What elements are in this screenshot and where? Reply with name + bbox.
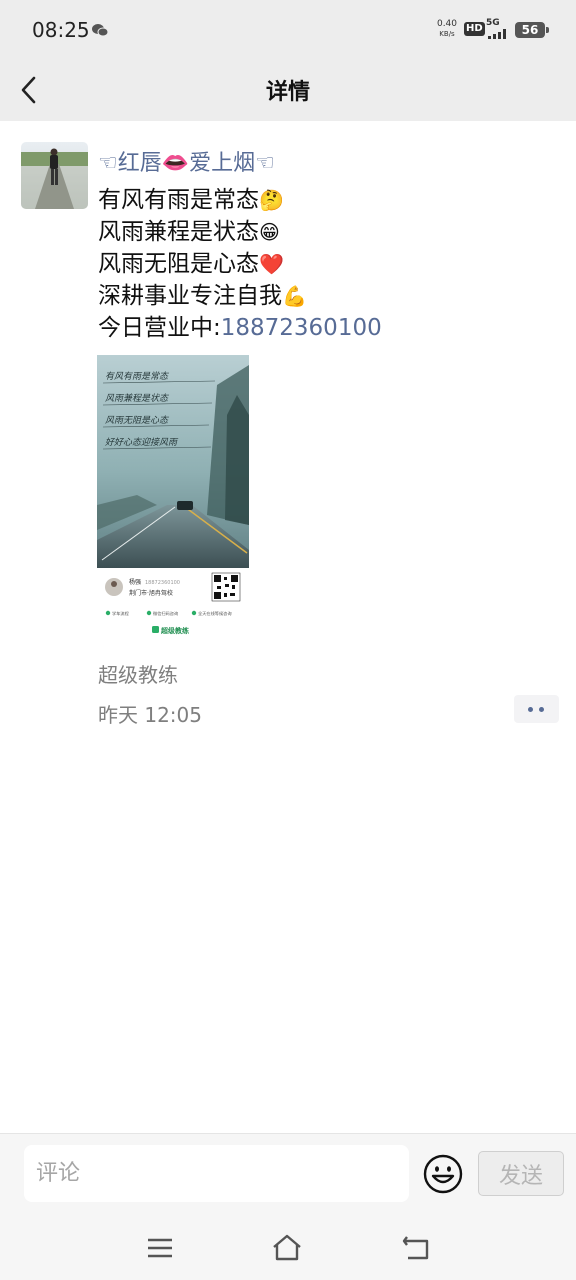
- card-tag: 微信扫码咨询: [153, 610, 178, 617]
- page-title: 详情: [265, 80, 310, 105]
- smiley-icon: [423, 1154, 463, 1194]
- back-icon: [402, 1236, 429, 1260]
- post-line: 风雨无阻是心态❤️: [98, 251, 284, 277]
- image-poem-line: 有风有雨是常态: [105, 371, 170, 382]
- wechat-notification-icon: [92, 24, 108, 37]
- home-icon: [273, 1234, 301, 1261]
- card-phone: 18872360100: [145, 580, 180, 586]
- card-name: 杨强: [129, 578, 141, 586]
- grin-emoji: 😁: [259, 220, 280, 244]
- post-line-business: 今日营业中:18872360100: [98, 315, 382, 341]
- post-line: 深耕事业专注自我💪: [98, 283, 307, 309]
- post-image-graphic: 有风有雨是常态 风雨兼程是状态 风雨无阻是心态 好好心态迎接风雨 杨强 1887…: [97, 355, 249, 643]
- dot-icon: [528, 707, 533, 712]
- more-actions-button[interactable]: [514, 695, 559, 723]
- emoji-button[interactable]: [423, 1154, 463, 1194]
- post-text: 有风有雨是常态🤔 风雨兼程是状态😁 风雨无阻是心态❤️ 深耕事业专注自我💪 今日…: [98, 184, 548, 344]
- send-button[interactable]: 发送: [478, 1151, 564, 1196]
- post-line: 风雨兼程是状态😁: [98, 219, 280, 245]
- system-nav-bar: [0, 1219, 576, 1280]
- menu-icon: [148, 1238, 172, 1258]
- image-poem-line: 风雨兼程是状态: [105, 393, 170, 404]
- heart-emoji: ❤️: [259, 252, 284, 276]
- status-bar: 08:25 0.40 KB/s HD 5G 56: [0, 0, 576, 60]
- menu-button[interactable]: [145, 1233, 175, 1263]
- signal-icon: [488, 29, 506, 39]
- muscle-emoji: 💪: [282, 284, 307, 308]
- home-button[interactable]: [272, 1233, 302, 1263]
- author-name[interactable]: ☜红唇👄爱上烟☜: [98, 145, 275, 177]
- post-time: 昨天 12:05: [98, 703, 202, 727]
- thinking-emoji: 🤔: [259, 188, 284, 212]
- nav-bar: 详情: [0, 60, 576, 121]
- card-tag: 学车流程: [112, 610, 130, 617]
- image-poem-line: 风雨无阻是心态: [105, 415, 170, 426]
- source-app-link[interactable]: 超级教练: [98, 659, 178, 688]
- battery-icon: 56: [515, 22, 549, 38]
- image-poem-line: 好好心态迎接风雨: [105, 437, 179, 448]
- hd-badge: HD: [464, 22, 485, 36]
- network-speed: 0.40 KB/s: [436, 19, 458, 38]
- card-tag: 全天在线等候咨询: [198, 610, 232, 617]
- system-back-button[interactable]: [401, 1233, 431, 1263]
- card-school: 荆门市·旭冉驾校: [129, 589, 173, 597]
- avatar[interactable]: [21, 142, 88, 209]
- post-line: 有风有雨是常态🤔: [98, 187, 284, 213]
- dot-icon: [539, 707, 544, 712]
- comment-bar: 发送: [0, 1133, 576, 1280]
- card-brand: 超级教练: [161, 626, 189, 635]
- avatar-photo: [21, 142, 88, 209]
- status-time: 08:25: [32, 18, 90, 42]
- post-image[interactable]: 有风有雨是常态 风雨兼程是状态 风雨无阻是心态 好好心态迎接风雨 杨强 1887…: [97, 355, 249, 643]
- phone-link[interactable]: 18872360100: [221, 315, 382, 341]
- comment-input[interactable]: [24, 1145, 409, 1202]
